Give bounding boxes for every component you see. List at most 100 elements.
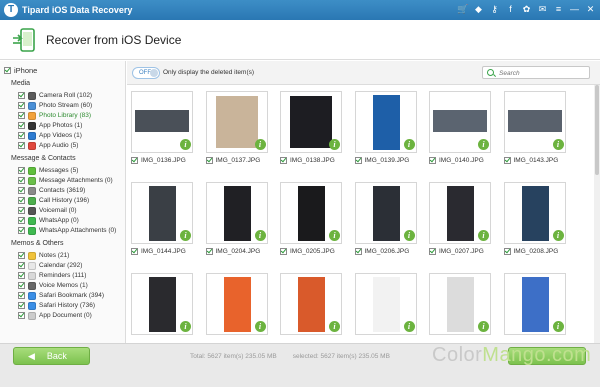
checkbox[interactable] [18, 272, 25, 279]
checkbox[interactable] [429, 248, 436, 255]
info-icon[interactable]: i [478, 139, 489, 150]
file-tile[interactable]: i IMG_0139.JPG [354, 91, 417, 175]
thumbnail[interactable]: i [131, 91, 193, 153]
file-tile[interactable]: i IMG_0144.JPG [131, 182, 193, 266]
checkbox[interactable] [18, 302, 25, 309]
checkbox[interactable] [18, 207, 25, 214]
file-tile[interactable]: i [354, 273, 417, 343]
info-icon[interactable]: i [254, 230, 266, 241]
diamond-icon[interactable]: ◆ [473, 3, 484, 15]
close-icon[interactable]: ✕ [585, 3, 596, 15]
checkbox[interactable] [131, 248, 138, 255]
checkbox[interactable] [503, 157, 511, 164]
checkbox[interactable] [18, 142, 25, 149]
sidebar-item[interactable]: App Photos (1) [18, 121, 82, 130]
sidebar-item[interactable]: Reminders (111) [18, 271, 86, 280]
feedback-icon[interactable]: ✉ [537, 3, 548, 15]
thumbnail[interactable]: i [503, 182, 566, 244]
sidebar-item[interactable]: Voicemail (0) [18, 206, 77, 215]
checkbox[interactable] [18, 132, 25, 139]
back-button[interactable]: ◀ Back [13, 347, 90, 365]
thumbnail[interactable]: i [131, 182, 193, 244]
checkbox[interactable] [18, 252, 25, 259]
sidebar-item[interactable]: Voice Memos (1) [18, 281, 88, 290]
key-icon[interactable]: ⚷ [489, 3, 500, 15]
info-icon[interactable]: i [254, 139, 266, 150]
checkbox[interactable] [429, 157, 436, 164]
device-root[interactable]: iPhone [4, 66, 37, 75]
minimize-icon[interactable]: — [569, 3, 580, 15]
checkbox[interactable] [18, 167, 25, 174]
info-icon[interactable]: i [478, 230, 489, 241]
checkbox[interactable] [280, 157, 287, 164]
info-icon[interactable]: i [329, 321, 340, 332]
thumbnail[interactable]: i [354, 91, 417, 153]
file-tile[interactable]: i [503, 273, 566, 343]
checkbox[interactable] [18, 312, 25, 319]
checkbox[interactable] [18, 197, 25, 204]
sidebar-item[interactable]: Message Attachments (0) [18, 176, 113, 185]
checkbox[interactable] [503, 248, 511, 255]
thumbnail[interactable]: i [354, 182, 417, 244]
checkbox[interactable] [18, 112, 25, 119]
checkbox[interactable] [280, 248, 287, 255]
checkbox[interactable] [205, 157, 213, 164]
sidebar-item[interactable]: Call History (196) [18, 196, 89, 205]
facebook-icon[interactable]: f [505, 3, 516, 15]
file-tile[interactable]: i IMG_0204.JPG [205, 182, 268, 266]
twitter-icon[interactable]: ✿ [521, 3, 532, 15]
checkbox[interactable] [18, 122, 25, 129]
info-icon[interactable]: i [403, 139, 415, 150]
sidebar-item[interactable]: Photo Stream (60) [18, 101, 92, 110]
info-icon[interactable]: i [552, 139, 564, 150]
checkbox[interactable] [18, 92, 25, 99]
sidebar-item[interactable]: App Document (0) [18, 311, 92, 320]
search-input[interactable] [499, 68, 587, 78]
file-tile[interactable]: i IMG_0137.JPG [205, 91, 268, 175]
search-box[interactable] [482, 66, 590, 79]
sidebar-item[interactable]: Safari History (736) [18, 301, 95, 310]
menu-icon[interactable]: ≡ [553, 3, 564, 15]
checkbox[interactable] [131, 157, 138, 164]
checkbox[interactable] [4, 67, 11, 74]
info-icon[interactable]: i [403, 230, 415, 241]
file-tile[interactable]: i IMG_0207.JPG [429, 182, 491, 266]
checkbox[interactable] [205, 248, 213, 255]
thumbnail[interactable]: i [205, 182, 268, 244]
checkbox[interactable] [18, 217, 25, 224]
thumbnail[interactable]: i [429, 273, 491, 335]
file-tile[interactable]: i IMG_0143.JPG [503, 91, 566, 175]
file-tile[interactable]: i IMG_0136.JPG [131, 91, 193, 175]
sidebar-item[interactable]: Camera Roll (102) [18, 91, 92, 100]
file-tile[interactable]: i IMG_0138.JPG [280, 91, 342, 175]
sidebar-item[interactable]: Safari Bookmark (394) [18, 291, 104, 300]
thumbnail[interactable]: i [429, 182, 491, 244]
file-tile[interactable]: i [280, 273, 342, 343]
info-icon[interactable]: i [478, 321, 489, 332]
info-icon[interactable]: i [329, 230, 340, 241]
file-tile[interactable]: i IMG_0206.JPG [354, 182, 417, 266]
checkbox[interactable] [18, 292, 25, 299]
deleted-only-toggle[interactable]: OFF [132, 67, 160, 79]
cart-icon[interactable]: 🛒 [457, 3, 468, 15]
thumbnail[interactable]: i [280, 91, 342, 153]
checkbox[interactable] [18, 102, 25, 109]
checkbox[interactable] [18, 262, 25, 269]
scrollbar[interactable] [594, 85, 600, 343]
sidebar-item[interactable]: Photo Library (83) [18, 111, 91, 120]
info-icon[interactable]: i [552, 321, 564, 332]
thumbnail[interactable]: i [280, 273, 342, 335]
info-icon[interactable]: i [180, 139, 191, 150]
info-icon[interactable]: i [552, 230, 564, 241]
checkbox[interactable] [354, 248, 362, 255]
sidebar-item[interactable]: App Videos (1) [18, 131, 82, 140]
thumbnail[interactable]: i [503, 91, 566, 153]
sidebar-item[interactable]: App Audio (5) [18, 141, 78, 150]
sidebar-item[interactable]: Calendar (292) [18, 261, 82, 270]
info-icon[interactable]: i [403, 321, 415, 332]
thumbnail[interactable]: i [280, 182, 342, 244]
checkbox[interactable] [18, 187, 25, 194]
file-tile[interactable]: i [429, 273, 491, 343]
file-tile[interactable]: i IMG_0205.JPG [280, 182, 342, 266]
checkbox[interactable] [18, 177, 25, 184]
